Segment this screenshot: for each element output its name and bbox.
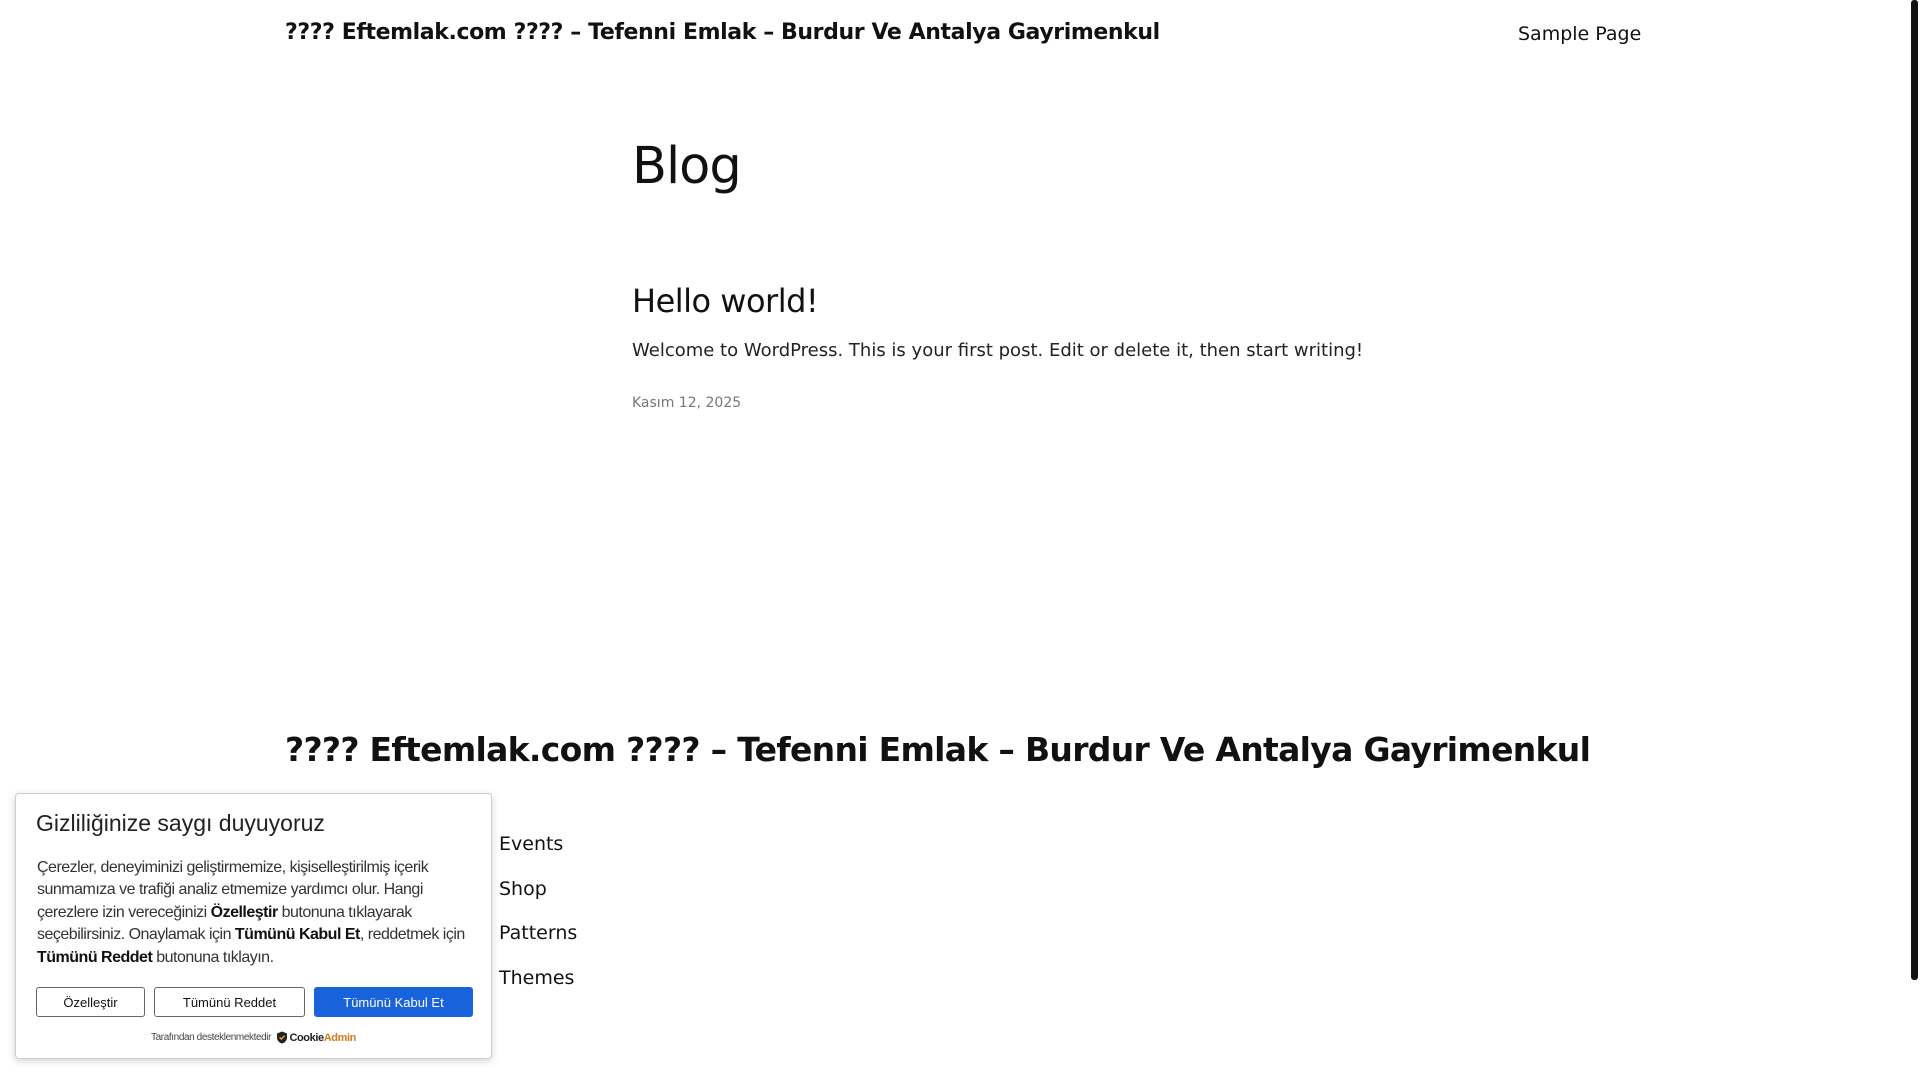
footer-link-patterns[interactable]: Patterns — [499, 921, 577, 966]
logo-text-admin: Admin — [323, 1031, 357, 1044]
footer-link-shop[interactable]: Shop — [499, 877, 577, 922]
cookie-text-bold: Tümünü Reddet — [37, 948, 153, 966]
cookie-consent-banner: Gizliliğinize saygı duyuyoruz Çerezler, … — [15, 793, 492, 1059]
logo-text-cookie: Cookie — [289, 1031, 324, 1044]
reject-all-button[interactable]: Tümünü Reddet — [154, 987, 305, 1017]
powered-by-text: Tarafından desteklenmektedir — [151, 1032, 272, 1044]
scrollbar[interactable] — [1906, 0, 1920, 1080]
scrollbar-thumb[interactable] — [1911, 0, 1918, 980]
page-title: Blog — [632, 137, 742, 196]
post-title-link[interactable]: Hello world! — [632, 282, 819, 320]
footer-link-events[interactable]: Events — [499, 832, 577, 877]
footer-nav: Events Shop Patterns Themes — [499, 832, 577, 1010]
post-excerpt: Welcome to WordPress. This is your first… — [632, 340, 1364, 361]
footer-link-themes[interactable]: Themes — [499, 966, 577, 1011]
cookie-text-part: , reddetmek için — [359, 926, 465, 944]
nav-link-sample-page[interactable]: Sample Page — [1518, 23, 1641, 45]
accept-all-button[interactable]: Tümünü Kabul Et — [314, 987, 473, 1017]
cookie-powered-by: Tarafından desteklenmektedir Cookie Admin — [16, 1031, 491, 1044]
footer-site-title-link[interactable]: ???? Eftemlak.com ???? – Tefenni Emlak –… — [285, 730, 1591, 769]
cookie-text-bold: Özelleştir — [210, 903, 279, 921]
site-title-link[interactable]: ???? Eftemlak.com ???? – Tefenni Emlak –… — [285, 20, 1160, 45]
customize-button[interactable]: Özelleştir — [36, 987, 145, 1017]
cookie-text-bold: Tümünü Kabul Et — [234, 926, 360, 944]
page: ???? Eftemlak.com ???? – Tefenni Emlak –… — [0, 0, 1920, 1080]
cookieadmin-logo[interactable]: Cookie Admin — [276, 1031, 356, 1044]
post-date-link[interactable]: Kasım 12, 2025 — [632, 395, 741, 411]
cookie-banner-description: Çerezler, deneyiminizi geliştirmemize, k… — [37, 857, 477, 969]
cookie-banner-heading: Gizliliğinize saygı duyuyoruz — [36, 810, 325, 836]
shield-icon — [277, 1031, 288, 1044]
cookie-text-part: butonuna tıklayın. — [152, 948, 274, 966]
